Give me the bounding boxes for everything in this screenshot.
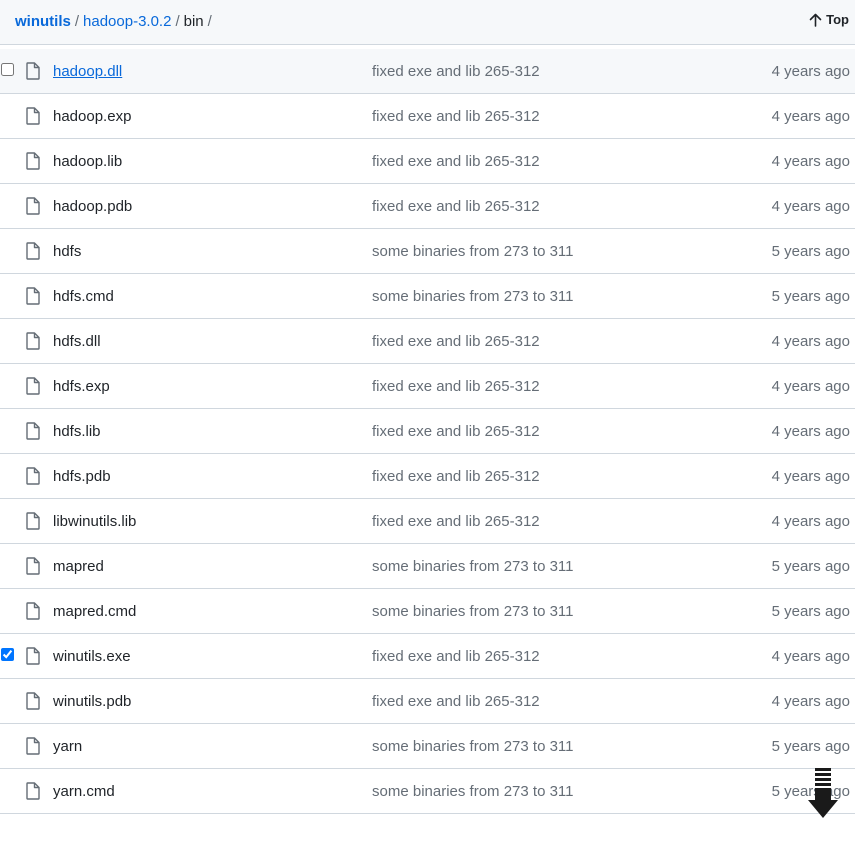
commit-age: 5 years ago: [771, 603, 850, 620]
commit-age: 4 years ago: [771, 648, 850, 665]
file-name-link[interactable]: hdfs.pdb: [53, 467, 111, 487]
file-name-link[interactable]: yarn: [53, 737, 82, 757]
file-icon: [25, 737, 41, 755]
commit-age: 4 years ago: [771, 153, 850, 170]
breadcrumb-separator: /: [74, 13, 80, 30]
commit-message-link[interactable]: fixed exe and lib 265-312: [372, 377, 540, 397]
file-icon: [25, 152, 41, 170]
file-name-link[interactable]: mapred.cmd: [53, 602, 136, 622]
breadcrumb-current: bin: [183, 13, 204, 30]
file-row[interactable]: yarn.cmd some binaries from 273 to 311 5 y…: [0, 769, 855, 814]
file-icon: [25, 692, 41, 710]
commit-message-link[interactable]: fixed exe and lib 265-312: [372, 332, 540, 352]
file-row[interactable]: hdfs.cmd some binaries from 273 to 311 5 y…: [0, 274, 855, 319]
file-row[interactable]: hdfs.pdb fixed exe and lib 265-312 4 years…: [0, 454, 855, 499]
commit-message-link[interactable]: fixed exe and lib 265-312: [372, 647, 540, 667]
file-row[interactable]: yarn some binaries from 273 to 311 5 years…: [0, 724, 855, 769]
top-button-label: Top: [826, 12, 849, 27]
commit-message-link[interactable]: fixed exe and lib 265-312: [372, 107, 540, 127]
commit-age: 4 years ago: [771, 468, 850, 485]
file-icon: [25, 287, 41, 305]
file-row[interactable]: hdfs.dll fixed exe and lib 265-312 4 years…: [0, 319, 855, 364]
file-name-link[interactable]: hdfs.dll: [53, 332, 101, 352]
commit-age: 4 years ago: [771, 333, 850, 350]
row-checkbox[interactable]: [1, 648, 14, 661]
file-name-link[interactable]: hadoop.dll: [53, 62, 122, 82]
commit-message-link[interactable]: some binaries from 273 to 311: [372, 782, 574, 802]
file-browser-header: winutils / hadoop-3.0.2/bin / Top: [0, 0, 855, 45]
commit-age: 4 years ago: [771, 423, 850, 440]
file-row[interactable]: hadoop.dll fixed exe and lib 265-312 4 yea…: [0, 49, 855, 94]
file-row[interactable]: hadoop.lib fixed exe and lib 265-312 4 yea…: [0, 139, 855, 184]
file-name-link[interactable]: hadoop.exp: [53, 107, 131, 127]
commit-message-link[interactable]: some binaries from 273 to 311: [372, 737, 574, 757]
file-name-link[interactable]: libwinutils.lib: [53, 512, 136, 532]
file-icon: [25, 242, 41, 260]
file-name-link[interactable]: mapred: [53, 557, 104, 577]
file-row[interactable]: winutils.pdb fixed exe and lib 265-312 4 y…: [0, 679, 855, 724]
file-row[interactable]: winutils.exe fixed exe and lib 265-312 4 y…: [0, 634, 855, 679]
commit-age: 4 years ago: [771, 693, 850, 710]
file-name-link[interactable]: hdfs.exp: [53, 377, 110, 397]
commit-message-link[interactable]: fixed exe and lib 265-312: [372, 62, 540, 82]
commit-age: 5 years ago: [771, 738, 850, 755]
file-name-link[interactable]: hadoop.pdb: [53, 197, 132, 217]
file-icon: [25, 422, 41, 440]
commit-age: 4 years ago: [771, 198, 850, 215]
breadcrumb: winutils / hadoop-3.0.2/bin /: [15, 12, 216, 32]
commit-age: 4 years ago: [771, 108, 850, 125]
file-row[interactable]: hdfs.exp fixed exe and lib 265-312 4 years…: [0, 364, 855, 409]
breadcrumb-separator: /: [207, 13, 212, 30]
file-row[interactable]: hadoop.pdb fixed exe and lib 265-312 4 yea…: [0, 184, 855, 229]
commit-message-link[interactable]: fixed exe and lib 265-312: [372, 197, 540, 217]
commit-age: 4 years ago: [771, 378, 850, 395]
file-icon: [25, 197, 41, 215]
file-icon: [25, 647, 41, 665]
file-list: hadoop.dll fixed exe and lib 265-312 4 yea…: [0, 49, 855, 814]
row-checkbox[interactable]: [1, 63, 14, 76]
commit-age: 4 years ago: [771, 63, 850, 80]
commit-message-link[interactable]: some binaries from 273 to 311: [372, 242, 574, 262]
file-name-link[interactable]: winutils.pdb: [53, 692, 131, 712]
top-button[interactable]: Top: [809, 12, 849, 27]
commit-age: 4 years ago: [771, 513, 850, 530]
breadcrumb-separator: /: [175, 13, 180, 30]
file-icon: [25, 107, 41, 125]
file-name-link[interactable]: winutils.exe: [53, 647, 131, 667]
arrow-up-icon: [809, 13, 822, 27]
commit-message-link[interactable]: fixed exe and lib 265-312: [372, 422, 540, 442]
file-icon: [25, 602, 41, 620]
file-icon: [25, 557, 41, 575]
breadcrumb-repo-link[interactable]: winutils: [15, 13, 71, 30]
file-name-link[interactable]: hdfs: [53, 242, 81, 262]
commit-message-link[interactable]: fixed exe and lib 265-312: [372, 512, 540, 532]
file-name-link[interactable]: hdfs.cmd: [53, 287, 114, 307]
file-name-link[interactable]: yarn.cmd: [53, 782, 115, 802]
commit-message-link[interactable]: some binaries from 273 to 311: [372, 557, 574, 577]
file-icon: [25, 782, 41, 800]
file-row[interactable]: hdfs.lib fixed exe and lib 265-312 4 years…: [0, 409, 855, 454]
breadcrumb-folder-link[interactable]: hadoop-3.0.2: [83, 13, 171, 30]
file-row[interactable]: mapred.cmd some binaries from 273 to 311 5…: [0, 589, 855, 634]
file-row[interactable]: hdfs some binaries from 273 to 311 5 years…: [0, 229, 855, 274]
file-name-link[interactable]: hdfs.lib: [53, 422, 101, 442]
file-icon: [25, 512, 41, 530]
file-icon: [25, 377, 41, 395]
commit-message-link[interactable]: fixed exe and lib 265-312: [372, 692, 540, 712]
commit-message-link[interactable]: some binaries from 273 to 311: [372, 602, 574, 622]
file-icon: [25, 62, 41, 80]
commit-message-link[interactable]: fixed exe and lib 265-312: [372, 467, 540, 487]
commit-message-link[interactable]: some binaries from 273 to 311: [372, 287, 574, 307]
file-icon: [25, 332, 41, 350]
commit-age: 5 years ago: [771, 288, 850, 305]
file-row[interactable]: mapred some binaries from 273 to 311 5 yea…: [0, 544, 855, 589]
file-row[interactable]: libwinutils.lib fixed exe and lib 265-312…: [0, 499, 855, 544]
scroll-down-arrow-icon: [808, 768, 838, 820]
commit-age: 5 years ago: [771, 243, 850, 260]
commit-age: 5 years ago: [771, 558, 850, 575]
commit-message-link[interactable]: fixed exe and lib 265-312: [372, 152, 540, 172]
file-row[interactable]: hadoop.exp fixed exe and lib 265-312 4 yea…: [0, 94, 855, 139]
file-icon: [25, 467, 41, 485]
file-name-link[interactable]: hadoop.lib: [53, 152, 122, 172]
